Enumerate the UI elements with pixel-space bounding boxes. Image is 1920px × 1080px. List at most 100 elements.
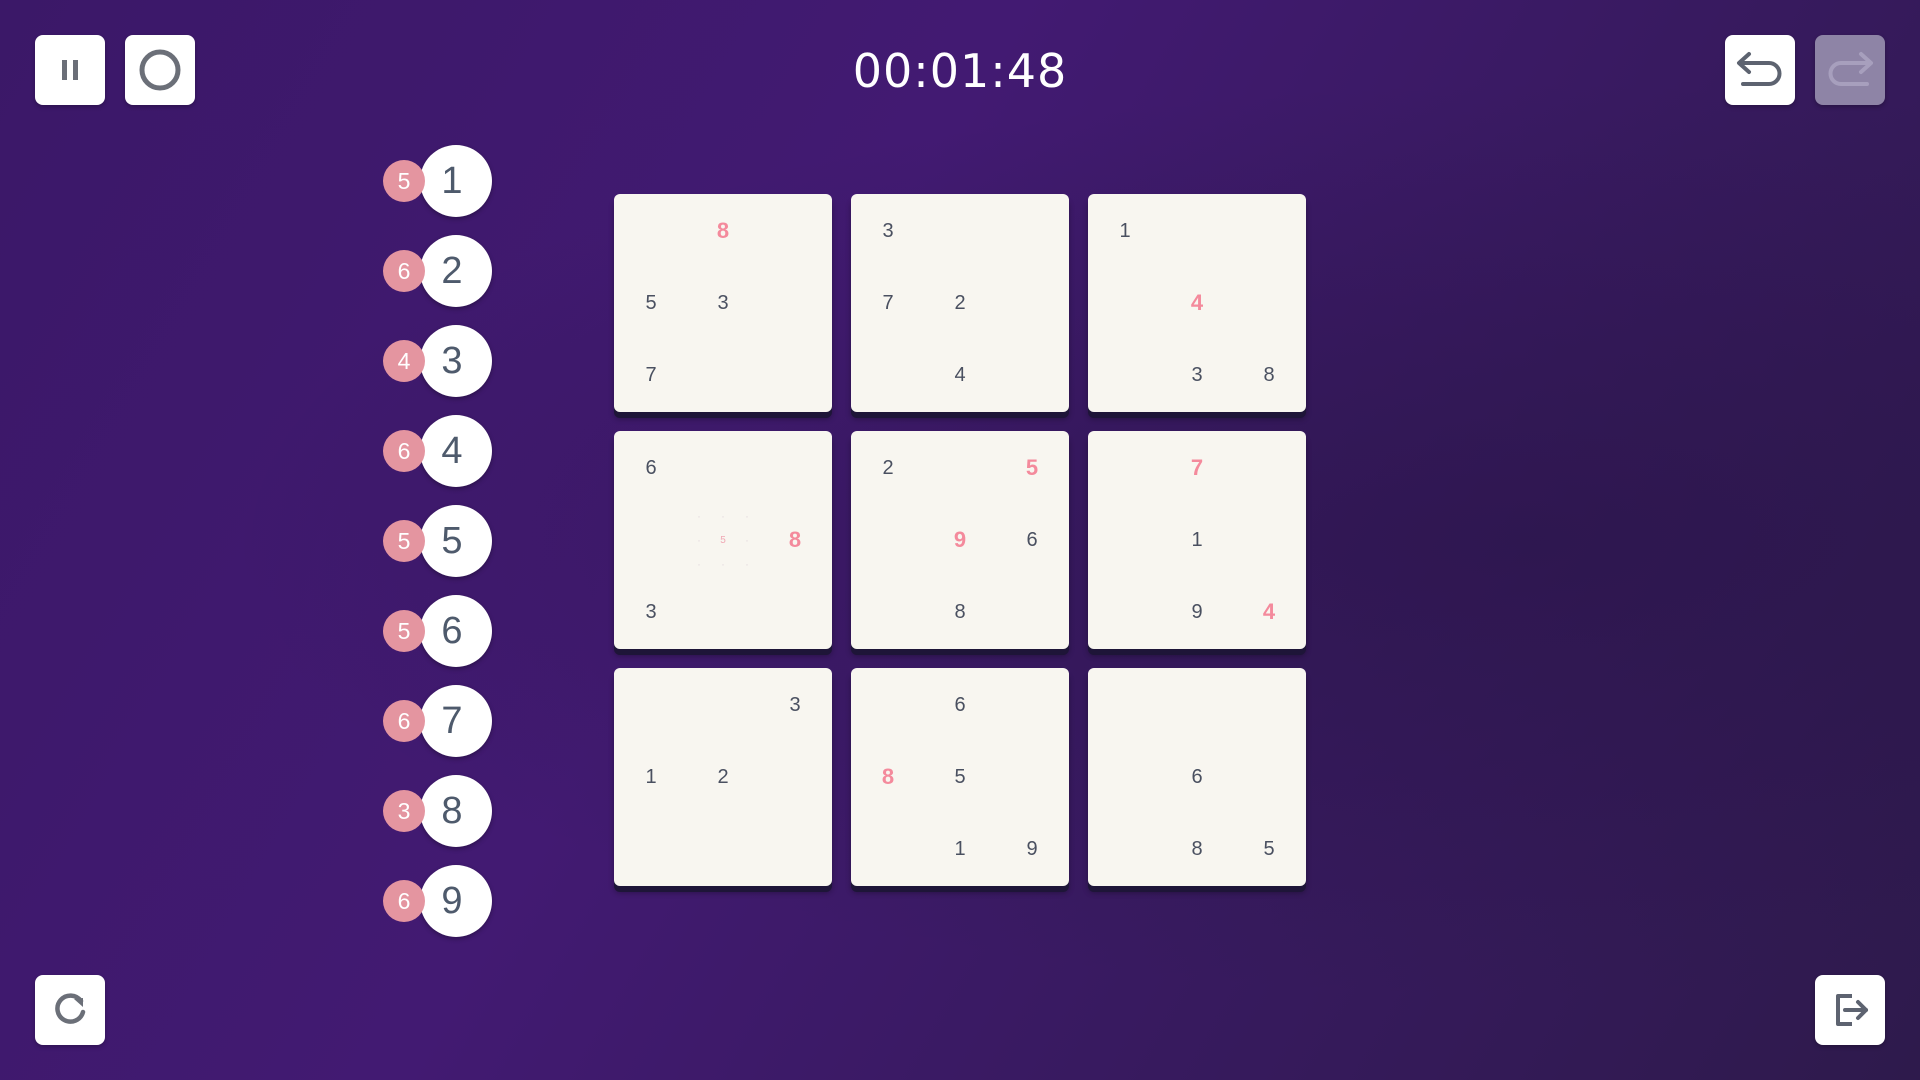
pencil-note: 5 — [720, 534, 726, 546]
sudoku-cell[interactable] — [615, 504, 687, 576]
sudoku-cell[interactable] — [1233, 432, 1305, 504]
sudoku-cell[interactable] — [996, 741, 1068, 813]
sudoku-cell[interactable] — [759, 432, 831, 504]
sudoku-cell[interactable] — [852, 669, 924, 741]
sudoku-cell[interactable] — [852, 339, 924, 411]
sudoku-cell[interactable] — [1089, 669, 1161, 741]
sudoku-cell[interactable]: 5 — [924, 741, 996, 813]
sudoku-cell[interactable] — [996, 267, 1068, 339]
sudoku-box: 25968 — [851, 431, 1069, 649]
sudoku-cell[interactable]: 7 — [1161, 432, 1233, 504]
sudoku-cell[interactable] — [996, 669, 1068, 741]
sudoku-cell[interactable]: 6 — [924, 669, 996, 741]
sudoku-cell[interactable]: 7 — [852, 267, 924, 339]
sudoku-cell[interactable] — [1089, 432, 1161, 504]
sudoku-cell[interactable] — [1233, 195, 1305, 267]
sudoku-cell[interactable] — [759, 576, 831, 648]
remaining-count-badge: 6 — [383, 700, 425, 742]
sudoku-cell[interactable]: 9 — [924, 504, 996, 576]
sudoku-cell[interactable] — [759, 339, 831, 411]
sudoku-cell[interactable]: 1 — [615, 741, 687, 813]
sudoku-cell[interactable] — [1089, 576, 1161, 648]
exit-button[interactable] — [1815, 975, 1885, 1045]
sudoku-cell[interactable] — [759, 195, 831, 267]
sudoku-cell[interactable] — [759, 267, 831, 339]
number-button-5[interactable]: 5 5 — [380, 504, 500, 578]
number-button-1[interactable]: 1 5 — [380, 144, 500, 218]
sudoku-cell[interactable]: 8 — [1233, 339, 1305, 411]
sudoku-cell[interactable] — [1089, 504, 1161, 576]
sudoku-cell[interactable] — [687, 813, 759, 885]
sudoku-cell[interactable]: 2 — [924, 267, 996, 339]
sudoku-cell[interactable]: 6 — [996, 504, 1068, 576]
number-button-7[interactable]: 7 6 — [380, 684, 500, 758]
sudoku-cell[interactable]: 8 — [852, 741, 924, 813]
sudoku-cell[interactable]: 1 — [924, 813, 996, 885]
sudoku-cell[interactable] — [687, 432, 759, 504]
sudoku-cell[interactable]: 9 — [1161, 576, 1233, 648]
sudoku-cell[interactable] — [924, 432, 996, 504]
number-button-9[interactable]: 9 6 — [380, 864, 500, 938]
sudoku-cell[interactable] — [1233, 741, 1305, 813]
sudoku-cell[interactable] — [852, 576, 924, 648]
redo-button[interactable] — [1815, 35, 1885, 105]
sudoku-cell[interactable]: 4 — [1161, 267, 1233, 339]
sudoku-cell[interactable] — [1233, 504, 1305, 576]
sudoku-cell[interactable]: 1 — [1161, 504, 1233, 576]
sudoku-cell[interactable]: 7 — [615, 339, 687, 411]
sudoku-cell[interactable] — [687, 339, 759, 411]
sudoku-cell[interactable] — [996, 576, 1068, 648]
sudoku-cell[interactable]: 8 — [1161, 813, 1233, 885]
sudoku-cell[interactable] — [1233, 267, 1305, 339]
sudoku-cell[interactable] — [924, 195, 996, 267]
sudoku-cell[interactable]: 3 — [852, 195, 924, 267]
sudoku-cell[interactable] — [687, 669, 759, 741]
sudoku-cell[interactable]: 3 — [759, 669, 831, 741]
sudoku-cell[interactable]: 4 — [1233, 576, 1305, 648]
sudoku-cell[interactable] — [1161, 669, 1233, 741]
number-button-2[interactable]: 2 6 — [380, 234, 500, 308]
sudoku-cell[interactable] — [759, 813, 831, 885]
sudoku-cell[interactable]: 1 — [1089, 195, 1161, 267]
pencil-note-empty — [687, 552, 711, 576]
sudoku-cell[interactable]: 9 — [996, 813, 1068, 885]
sudoku-cell[interactable]: 2 — [852, 432, 924, 504]
number-button-4[interactable]: 4 6 — [380, 414, 500, 488]
undo-button[interactable] — [1725, 35, 1795, 105]
sudoku-cell[interactable] — [852, 813, 924, 885]
sudoku-cell[interactable]: 2 — [687, 741, 759, 813]
sudoku-cell[interactable]: 3 — [1161, 339, 1233, 411]
sudoku-cell[interactable] — [996, 195, 1068, 267]
restart-button[interactable] — [35, 975, 105, 1045]
sudoku-cell[interactable] — [687, 576, 759, 648]
sudoku-cell[interactable]: 5 — [996, 432, 1068, 504]
sudoku-cell[interactable]: 5 — [1233, 813, 1305, 885]
sudoku-cell[interactable]: 5 — [615, 267, 687, 339]
sudoku-cell[interactable]: 8 — [759, 504, 831, 576]
sudoku-cell[interactable]: 8 — [924, 576, 996, 648]
sudoku-cell[interactable] — [996, 339, 1068, 411]
sudoku-cell[interactable] — [1161, 195, 1233, 267]
sudoku-box: 312 — [614, 668, 832, 886]
sudoku-cell[interactable]: 4 — [924, 339, 996, 411]
sudoku-cell[interactable] — [1233, 669, 1305, 741]
number-button-3[interactable]: 3 4 — [380, 324, 500, 398]
sudoku-cell[interactable] — [1089, 813, 1161, 885]
sudoku-cell[interactable]: 6 — [1161, 741, 1233, 813]
sudoku-cell[interactable] — [759, 741, 831, 813]
sudoku-cell[interactable]: 8 — [687, 195, 759, 267]
sudoku-cell[interactable] — [1089, 339, 1161, 411]
number-button-8[interactable]: 8 3 — [380, 774, 500, 848]
number-button-6[interactable]: 6 5 — [380, 594, 500, 668]
sudoku-cell-notes[interactable]: 5 — [687, 504, 759, 576]
sudoku-cell[interactable]: 3 — [615, 576, 687, 648]
sudoku-cell[interactable] — [615, 813, 687, 885]
sudoku-cell[interactable] — [852, 504, 924, 576]
sudoku-cell[interactable] — [1089, 741, 1161, 813]
sudoku-cell[interactable] — [1089, 267, 1161, 339]
sudoku-cell[interactable] — [615, 195, 687, 267]
sudoku-cell[interactable] — [615, 669, 687, 741]
sudoku-box: 6 5 83 — [614, 431, 832, 649]
sudoku-cell[interactable]: 6 — [615, 432, 687, 504]
sudoku-cell[interactable]: 3 — [687, 267, 759, 339]
